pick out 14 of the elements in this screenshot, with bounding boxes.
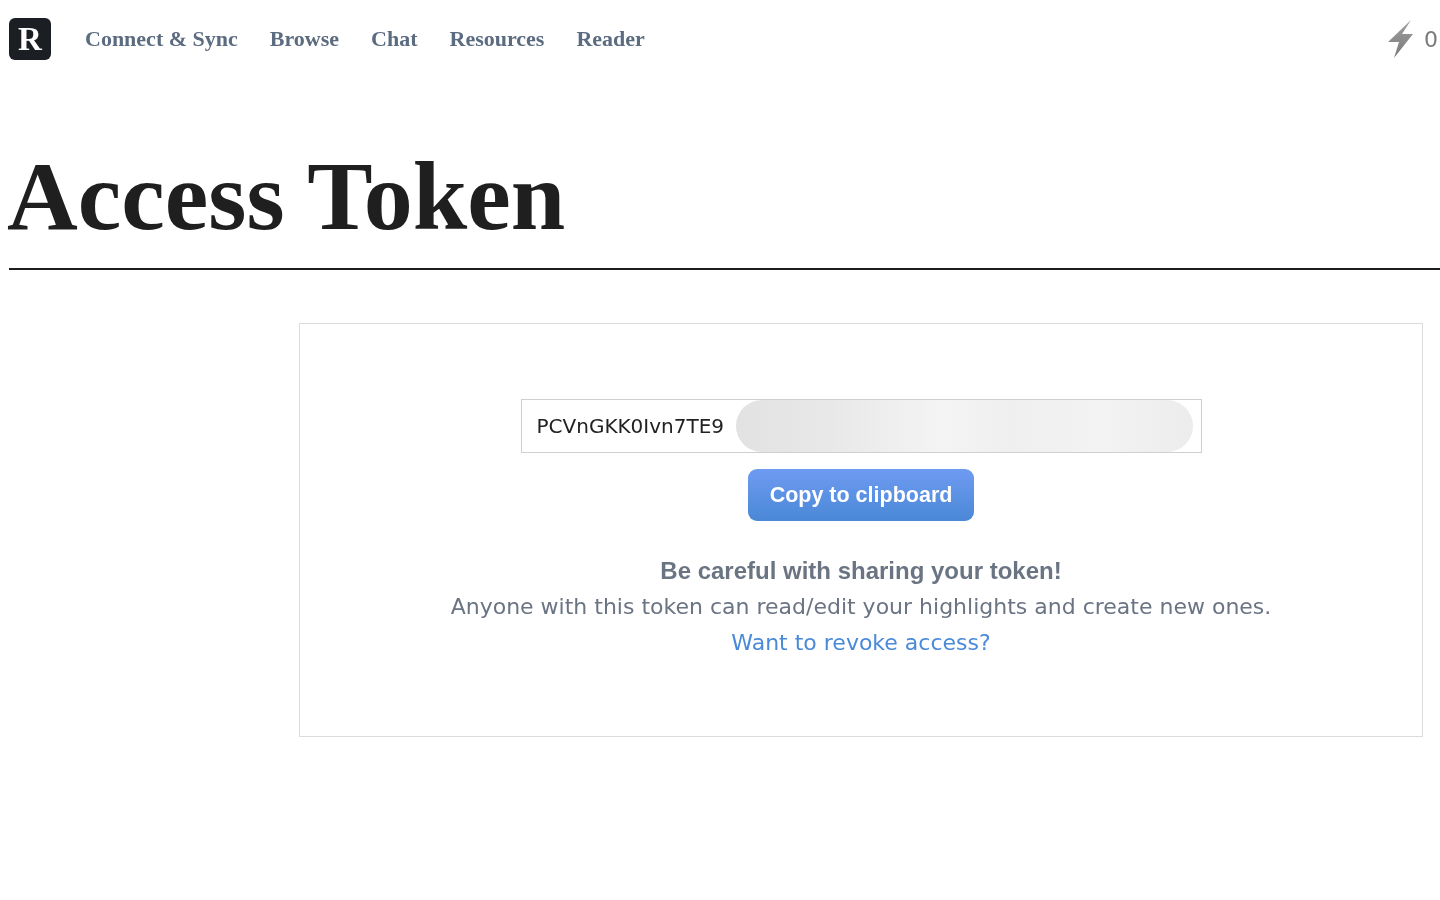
nav-link[interactable]: Resources [449, 26, 545, 52]
token-field[interactable]: PCVnGKK0Ivn7TE9 [520, 399, 1202, 453]
warning-text: Anyone with this token can read/edit your highlights and create new ones. [450, 593, 1272, 621]
nav-link[interactable]: Connect & Sync [85, 26, 238, 52]
revoke-access-link[interactable]: Want to revoke access? [731, 625, 991, 661]
lightning-icon [1388, 20, 1413, 58]
nav-link[interactable]: Reader [576, 26, 645, 52]
nav-link[interactable]: Browse [269, 26, 340, 52]
nav-link[interactable]: Chat [371, 26, 418, 52]
counter-text: 0 [1424, 26, 1438, 52]
page-title: Access Token [7, 141, 566, 251]
warning-title: Be careful with sharing your token! [660, 556, 1062, 586]
copy-button[interactable]: Copy to clipboard [747, 469, 975, 521]
app-logo[interactable]: R [9, 18, 51, 60]
